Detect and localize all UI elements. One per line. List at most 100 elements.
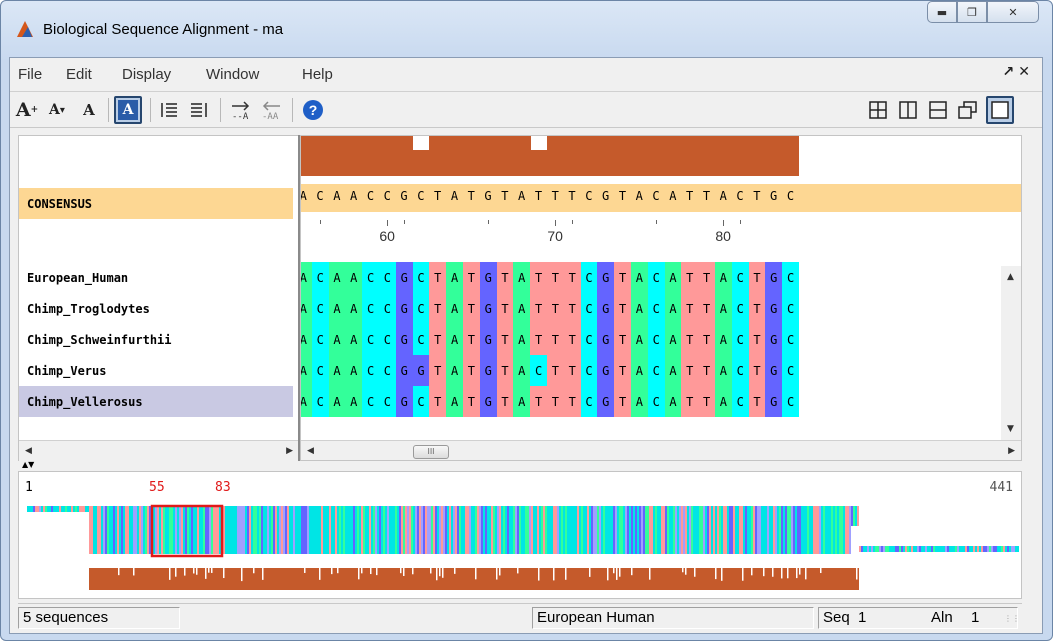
base-cell[interactable]: C — [362, 324, 379, 355]
base-cell[interactable]: A — [301, 324, 312, 355]
base-cell[interactable]: A — [631, 293, 648, 324]
base-cell[interactable]: T — [681, 293, 699, 324]
base-cell[interactable]: T — [496, 293, 514, 324]
base-cell[interactable]: C — [731, 324, 749, 355]
base-cell[interactable]: T — [698, 355, 715, 386]
base-cell[interactable]: A — [301, 355, 312, 386]
base-cell[interactable]: C — [580, 355, 598, 386]
base-cell[interactable]: C — [362, 262, 379, 293]
base-cell[interactable]: C — [362, 293, 379, 324]
base-cell[interactable]: T — [429, 324, 447, 355]
base-cell[interactable]: T — [429, 293, 447, 324]
base-cell[interactable]: A — [513, 386, 531, 417]
base-cell[interactable]: A — [446, 355, 463, 386]
base-cell[interactable]: A — [715, 293, 732, 324]
close-panel-icon[interactable]: ✕ — [1018, 64, 1034, 80]
base-cell[interactable]: C — [311, 262, 329, 293]
base-cell[interactable]: C — [731, 262, 749, 293]
base-cell[interactable]: T — [547, 262, 564, 293]
split-horizontal-button[interactable] — [926, 96, 950, 124]
base-cell[interactable]: T — [463, 355, 480, 386]
scroll-up-icon[interactable]: ▲ — [1007, 272, 1014, 282]
base-cell[interactable]: T — [563, 293, 581, 324]
base-cell[interactable]: T — [530, 262, 547, 293]
base-cell[interactable]: C — [782, 293, 799, 324]
scroll-down-icon[interactable]: ▼ — [1007, 424, 1014, 434]
base-cell[interactable]: C — [580, 386, 598, 417]
base-cell[interactable]: A — [664, 324, 682, 355]
sequence-name-row[interactable]: European_Human — [19, 262, 293, 293]
base-cell[interactable]: C — [412, 262, 430, 293]
base-cell[interactable]: T — [748, 324, 766, 355]
base-cell[interactable]: T — [463, 324, 480, 355]
increase-font-button[interactable]: A + — [14, 96, 40, 124]
sequence-name-row[interactable]: Chimp_Schweinfurthii — [19, 324, 293, 355]
base-cell[interactable]: A — [301, 293, 312, 324]
base-cell[interactable]: C — [379, 386, 396, 417]
color-bases-button[interactable]: A — [114, 96, 142, 124]
scroll-right-icon[interactable]: ▶ — [286, 446, 293, 456]
base-cell[interactable]: C — [647, 262, 665, 293]
base-cell[interactable]: C — [362, 355, 379, 386]
base-cell[interactable]: T — [429, 386, 447, 417]
reset-font-button[interactable]: A — [76, 96, 102, 124]
base-cell[interactable]: T — [681, 324, 699, 355]
base-cell[interactable]: C — [311, 355, 329, 386]
base-cell[interactable]: A — [664, 386, 682, 417]
decrease-font-button[interactable]: A ▾ — [44, 96, 70, 124]
base-cell[interactable]: G — [479, 386, 497, 417]
base-cell[interactable]: G — [765, 386, 783, 417]
base-cell[interactable]: T — [496, 262, 514, 293]
base-cell[interactable]: G — [479, 262, 497, 293]
base-cell[interactable]: T — [748, 262, 766, 293]
base-cell[interactable]: T — [547, 324, 564, 355]
base-cell[interactable]: T — [463, 262, 480, 293]
base-cell[interactable]: T — [530, 386, 547, 417]
maximize-layout-button[interactable] — [986, 96, 1014, 124]
minimize-button[interactable]: ▬ — [927, 1, 957, 23]
base-cell[interactable]: T — [496, 324, 514, 355]
base-cell[interactable]: A — [345, 293, 363, 324]
base-cell[interactable]: A — [446, 262, 463, 293]
base-cell[interactable]: T — [614, 324, 631, 355]
base-cell[interactable]: A — [513, 324, 531, 355]
base-cell[interactable]: C — [782, 324, 799, 355]
remove-gap-button[interactable]: -AA — [258, 96, 284, 124]
base-cell[interactable]: A — [328, 293, 346, 324]
base-cell[interactable]: C — [362, 386, 379, 417]
base-cell[interactable]: C — [647, 355, 665, 386]
base-cell[interactable]: T — [463, 293, 480, 324]
base-cell[interactable]: C — [379, 262, 396, 293]
base-cell[interactable]: T — [496, 386, 514, 417]
base-cell[interactable]: T — [530, 293, 547, 324]
maximize-button[interactable]: ❐ — [957, 1, 987, 23]
base-cell[interactable]: T — [463, 386, 480, 417]
base-cell[interactable]: T — [748, 293, 766, 324]
base-cell[interactable]: A — [715, 262, 732, 293]
base-cell[interactable]: A — [328, 355, 346, 386]
base-cell[interactable]: A — [345, 324, 363, 355]
base-cell[interactable]: T — [748, 355, 766, 386]
base-cell[interactable]: T — [614, 293, 631, 324]
insert-gap-button[interactable]: --A — [228, 96, 254, 124]
base-cell[interactable]: G — [395, 324, 413, 355]
base-cell[interactable]: C — [412, 386, 430, 417]
base-cell[interactable]: T — [681, 262, 699, 293]
base-cell[interactable]: G — [395, 262, 413, 293]
float-layout-button[interactable] — [956, 96, 980, 124]
split-vertical-button[interactable] — [896, 96, 920, 124]
base-cell[interactable]: C — [311, 386, 329, 417]
base-cell[interactable]: A — [301, 386, 312, 417]
alignment-vscrollbar[interactable]: ▲ ▼ — [1001, 266, 1021, 440]
base-cell[interactable]: C — [580, 293, 598, 324]
base-cell[interactable]: T — [681, 386, 699, 417]
base-cell[interactable]: A — [664, 355, 682, 386]
base-cell[interactable]: T — [563, 355, 581, 386]
base-cell[interactable]: T — [429, 355, 447, 386]
base-cell[interactable]: C — [530, 355, 547, 386]
base-cell[interactable]: G — [597, 324, 615, 355]
base-cell[interactable]: T — [698, 324, 715, 355]
base-cell[interactable]: C — [647, 324, 665, 355]
base-cell[interactable]: A — [715, 386, 732, 417]
base-cell[interactable]: T — [698, 262, 715, 293]
